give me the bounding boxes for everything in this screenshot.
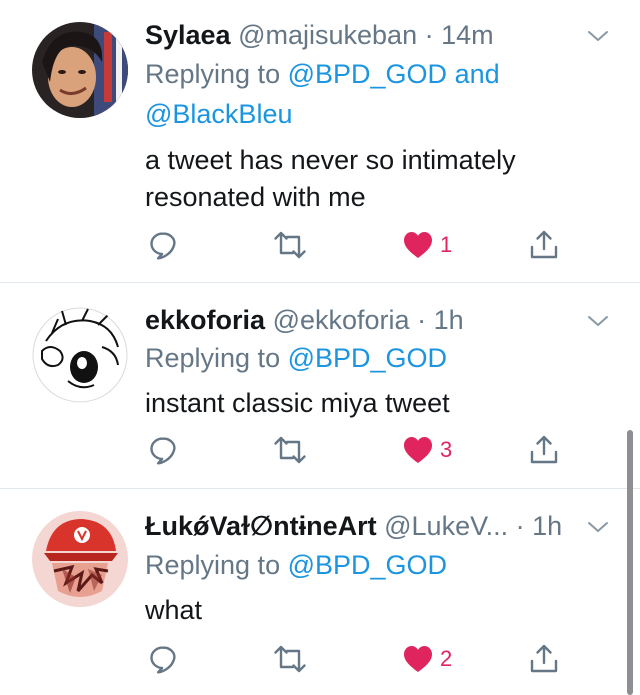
- mention-link[interactable]: @BPD_GOD: [288, 550, 447, 580]
- tweet-header: Sylaea @majisukeban · 14m: [145, 18, 586, 52]
- share-button[interactable]: [528, 225, 560, 265]
- replying-to: Replying to @BPD_GOD: [145, 545, 525, 585]
- timestamp[interactable]: 14m: [441, 20, 494, 50]
- retweet-button[interactable]: [272, 639, 308, 679]
- separator-dot: ·: [515, 511, 525, 541]
- mention-link[interactable]: @BlackBleu: [145, 99, 292, 129]
- reply-icon: [147, 229, 179, 261]
- avatar[interactable]: [32, 307, 128, 403]
- scrollbar[interactable]: [627, 430, 633, 695]
- heart-icon: [402, 644, 434, 674]
- timestamp[interactable]: 1h: [532, 511, 562, 541]
- heart-icon: [402, 230, 434, 260]
- timestamp[interactable]: 1h: [434, 305, 464, 335]
- share-button[interactable]: [528, 430, 560, 470]
- like-count: 3: [440, 437, 453, 462]
- like-count: 2: [440, 646, 453, 671]
- reply-icon: [147, 643, 179, 675]
- tweet-ekkoforia[interactable]: ekkoforia @ekkoforia · 1h Replying to @B…: [0, 283, 640, 488]
- like-button[interactable]: 2: [402, 639, 452, 679]
- tweet-header: ekkoforia @ekkoforia · 1h: [145, 303, 586, 337]
- replying-to-label: Replying to: [145, 343, 281, 373]
- tweet-text: what: [145, 595, 203, 625]
- tweet-actions: 2: [0, 639, 640, 679]
- display-name[interactable]: ekkoforia: [145, 305, 265, 335]
- replying-to-label: Replying to: [145, 59, 281, 89]
- display-name[interactable]: Sylaea: [145, 20, 231, 50]
- reply-joiner: and: [454, 59, 500, 89]
- username[interactable]: @majisukeban: [238, 20, 417, 50]
- share-icon: [528, 229, 560, 261]
- tweet-actions: 3: [0, 430, 640, 470]
- heart-icon: [402, 435, 434, 465]
- mention-link[interactable]: @BPD_GOD: [288, 343, 447, 373]
- retweet-icon: [272, 643, 308, 675]
- share-icon: [528, 643, 560, 675]
- like-button[interactable]: 1: [402, 225, 452, 265]
- reply-icon: [147, 434, 179, 466]
- reply-button[interactable]: [147, 430, 179, 470]
- tweet-sylaea[interactable]: Sylaea @majisukeban · 14m Replying to @B…: [0, 0, 640, 282]
- avatar[interactable]: [32, 511, 128, 607]
- mention-link[interactable]: @BPD_GOD: [288, 59, 447, 89]
- replying-to-label: Replying to: [145, 550, 281, 580]
- display-name[interactable]: ŁukǿVaɫ∅ntɨneArt: [145, 511, 377, 541]
- retweet-icon: [272, 434, 308, 466]
- tweet-text: a tweet has never so intimately resonate…: [145, 145, 516, 212]
- reply-button[interactable]: [147, 225, 179, 265]
- share-icon: [528, 434, 560, 466]
- tweet-text: instant classic miya tweet: [145, 388, 450, 418]
- replying-to: Replying to @BPD_GOD: [145, 338, 525, 378]
- replying-to: Replying to @BPD_GOD and @BlackBleu: [145, 54, 525, 134]
- retweet-button[interactable]: [272, 225, 308, 265]
- like-button[interactable]: 3: [402, 430, 452, 470]
- avatar[interactable]: [32, 22, 128, 118]
- username[interactable]: @LukeV...: [384, 511, 508, 541]
- retweet-button[interactable]: [272, 430, 308, 470]
- tweet-header: ŁukǿVaɫ∅ntɨneArt @LukeV... · 1h: [145, 509, 586, 543]
- chevron-down-icon[interactable]: [586, 24, 610, 48]
- separator-dot: ·: [417, 305, 427, 335]
- share-button[interactable]: [528, 639, 560, 679]
- tweet-actions: 1: [0, 225, 640, 265]
- chevron-down-icon[interactable]: [586, 515, 610, 539]
- retweet-icon: [272, 229, 308, 261]
- chevron-down-icon[interactable]: [586, 309, 610, 333]
- reply-button[interactable]: [147, 639, 179, 679]
- tweet-lukevalentineart[interactable]: ŁukǿVaɫ∅ntɨneArt @LukeV... · 1h Replying…: [0, 489, 640, 695]
- like-count: 1: [440, 232, 453, 257]
- username[interactable]: @ekkoforia: [273, 305, 410, 335]
- separator-dot: ·: [424, 20, 434, 50]
